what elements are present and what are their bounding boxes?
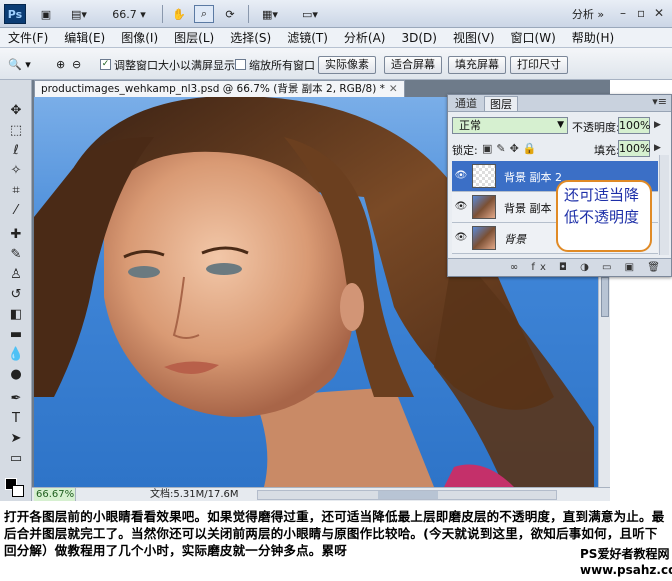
history-brush-tool-icon[interactable]: ↺ [6,286,26,304]
menu-window[interactable]: 窗口(W) [503,29,564,46]
film-icon[interactable]: ▤▾ [66,5,92,23]
healing-brush-tool-icon[interactable]: ✚ [6,226,26,244]
blend-mode-value: 正常 [459,119,481,132]
crop-tool-icon[interactable]: ⌗ [6,182,26,200]
photoshop-logo: Ps [4,4,26,24]
pen-tool-icon[interactable]: ✒ [6,390,26,408]
background-color-swatch[interactable] [12,485,24,497]
workspace-label: 分析 [571,8,594,21]
menu-layer[interactable]: 图层(L) [166,29,222,46]
blend-mode-select[interactable]: 正常 ▼ [452,117,568,134]
layer-name: 背景 [504,233,526,246]
marquee-tool-icon[interactable]: ⬚ [6,122,26,140]
fill-label: 填充: [594,144,620,157]
menu-image[interactable]: 图像(I) [113,29,166,46]
chevron-down-icon: ▼ [557,120,564,130]
zoom-all-windows-label: 缩放所有窗口 [249,58,315,72]
layer-thumbnail [472,164,496,188]
eye-icon[interactable]: 👁 [454,200,468,214]
menu-view[interactable]: 视图(V) [445,29,503,46]
menu-filter[interactable]: 滤镜(T) [279,29,336,46]
layers-scrollbar[interactable] [659,155,669,255]
zoom-all-windows-checkbox[interactable]: 缩放所有窗口 [235,56,315,73]
hand-icon[interactable]: ✋ [170,5,188,23]
dodge-tool-icon[interactable]: ● [6,366,26,384]
tab-layers[interactable]: 图层 [484,96,518,111]
lock-icons[interactable]: ▣✎✥🔒 [482,142,541,155]
blur-tool-icon[interactable]: 💧 [6,346,26,364]
zoom-out-icon[interactable]: ⊖ [72,56,81,73]
move-tool-icon[interactable]: ✥ [6,102,26,120]
resize-windows-label: 调整窗口大小以满屏显示 [114,58,235,72]
document-size-info[interactable]: 文档:5.31M/17.6M [150,488,239,501]
workspace-dropdown[interactable]: 分析 » [566,5,610,23]
menu-analysis[interactable]: 分析(A) [336,29,394,46]
menu-select[interactable]: 选择(S) [222,29,279,46]
zoom-tool-preset-icon[interactable]: 🔍 ▾ [8,56,31,73]
eraser-tool-icon[interactable]: ◧ [6,306,26,324]
menu-bar: 文件(F) 编辑(E) 图像(I) 图层(L) 选择(S) 滤镜(T) 分析(A… [0,28,672,48]
zoom-in-icon[interactable]: ⊕ [56,56,65,73]
zoom-status[interactable]: 66.67% [34,488,76,501]
document-title: productimages_wehkamp_nl3.psd @ 66.7% (背… [41,83,385,95]
gradient-tool-icon[interactable]: ▬ [6,326,26,344]
fit-screen-button[interactable]: 适合屏幕 [384,55,442,74]
eyedropper-tool-icon[interactable]: ⁄ [6,202,26,220]
lock-label: 锁定: [452,144,478,157]
tab-channels[interactable]: 通道 [450,96,482,111]
opacity-slider-icon[interactable]: ▶ [654,120,661,130]
brush-tool-icon[interactable]: ✎ [6,246,26,264]
resize-windows-checkbox[interactable]: ✓ 调整窗口大小以满屏显示 [100,56,235,73]
annotation-callout: 还可适当降低不透明度 [556,180,652,252]
menu-3d[interactable]: 3D(D) [393,31,444,45]
fill-screen-button[interactable]: 填充屏幕 [448,55,506,74]
zoom-level-value: 66.7 [112,7,137,21]
close-icon[interactable]: ✕ [654,6,664,20]
opacity-field[interactable]: 100% [618,117,650,134]
layer-thumbnail [472,226,496,250]
menu-file[interactable]: 文件(F) [0,29,56,46]
layout-icon[interactable]: ▦▾ [256,5,284,23]
lasso-tool-icon[interactable]: ℓ [6,142,26,160]
layer-name: 背景 副本 [504,202,552,215]
layer-thumbnail [472,195,496,219]
actual-pixels-button[interactable]: 实际像素 [318,55,376,74]
site-credit: PS爱好者教程网 www.psahz.com [580,546,672,578]
eye-icon[interactable]: 👁 [454,169,468,183]
zoom-level-dropdown[interactable]: 66.7 ▾ [112,5,146,23]
bridge-icon[interactable]: ▣ [36,5,56,23]
shape-tool-icon[interactable]: ▭ [6,450,26,468]
menu-help[interactable]: 帮助(H) [564,29,622,46]
layer-name: 背景 副本 2 [504,171,562,184]
zoom-icon[interactable]: ⌕ [194,5,214,23]
application-bar: Ps ▣ ▤▾ 66.7 ▾ ✋ ⌕ ⟳ ▦▾ ▭▾ 分析 » – ▫ ✕ [0,0,672,28]
site-credit-name: PS爱好者教程网 [580,547,670,561]
clone-stamp-tool-icon[interactable]: ♙ [6,266,26,284]
screen-mode-icon[interactable]: ▭▾ [296,5,324,23]
options-bar: 🔍 ▾ ⊕ ⊖ ✓ 调整窗口大小以满屏显示 缩放所有窗口 实际像素 适合屏幕 填… [0,48,672,80]
fill-field[interactable]: 100% [618,140,650,157]
rotate-icon[interactable]: ⟳ [220,5,240,23]
opacity-label: 不透明度: [572,121,620,134]
tutorial-caption: 打开各图层前的小眼睛看看效果吧。如果觉得磨得过重，还可适当降低最上层即磨皮层的不… [4,509,665,558]
site-credit-url: www.psahz.com [580,563,672,577]
restore-icon[interactable]: ▫ [637,6,645,20]
tools-panel: ✥ ⬚ ℓ ✧ ⌗ ⁄ ✚ ✎ ♙ ↺ ◧ ▬ 💧 ● ✒ T ➤ ▭ [0,80,32,501]
fill-slider-icon[interactable]: ▶ [654,143,661,153]
panel-menu-icon[interactable]: ▾≡ [652,95,667,108]
document-tab[interactable]: productimages_wehkamp_nl3.psd @ 66.7% (背… [34,80,405,97]
status-bar: 66.67% 文档:5.31M/17.6M [32,487,610,501]
close-document-icon[interactable]: ✕ [389,83,398,95]
type-tool-icon[interactable]: T [6,410,26,428]
magic-wand-tool-icon[interactable]: ✧ [6,162,26,180]
print-size-button[interactable]: 打印尺寸 [510,55,568,74]
path-selection-tool-icon[interactable]: ➤ [6,430,26,448]
check-icon: ✓ [100,59,111,70]
eye-icon[interactable]: 👁 [454,231,468,245]
horizontal-scrollbar[interactable] [257,490,557,500]
minimize-icon[interactable]: – [620,6,626,20]
layers-panel-footer-icons[interactable]: ∞ fx ◘ ◑ ▭ ▣ 🗑 [448,258,671,276]
menu-edit[interactable]: 编辑(E) [56,29,113,46]
